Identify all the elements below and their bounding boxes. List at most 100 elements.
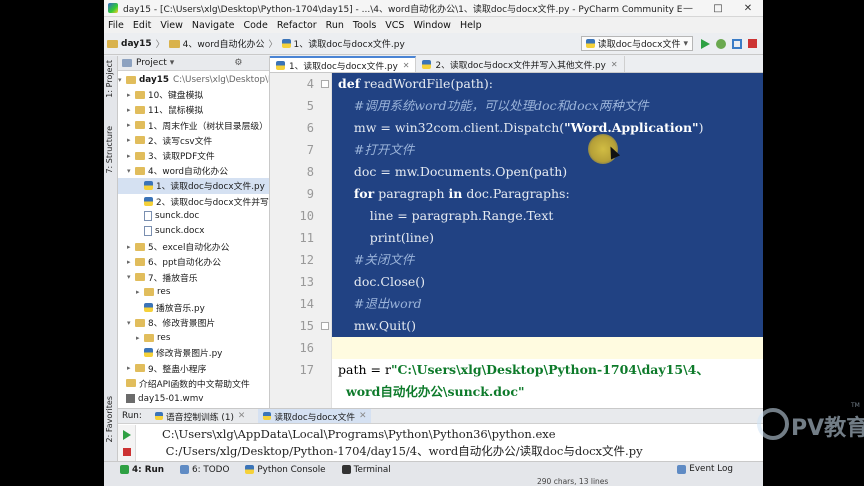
menu-file[interactable]: File	[108, 20, 124, 31]
code-line[interactable]: mw = win32com.client.Dispatch("Word.Appl…	[338, 117, 704, 139]
menu-refactor[interactable]: Refactor	[277, 20, 317, 31]
code-area[interactable]: def readWordFile(path): #调用系统word功能，可以处理…	[332, 73, 763, 408]
debug-icon[interactable]	[716, 38, 726, 49]
chevron-right-icon[interactable]: ▸	[127, 121, 135, 129]
maximize-button[interactable]: □	[703, 0, 733, 17]
code-line[interactable]: mw.Quit()	[338, 315, 416, 337]
chevron-right-icon[interactable]: ▸	[127, 152, 135, 160]
structure-tool-button[interactable]: 7: Structure	[105, 126, 114, 174]
run-tab-1[interactable]: 语音控制训练 (1) ✕	[150, 409, 250, 423]
chevron-right-icon[interactable]: ▸	[127, 364, 135, 372]
code-line[interactable]: word自动化办公\sunck.doc"	[338, 381, 525, 403]
project-panel-title[interactable]: Project	[136, 58, 167, 68]
tree-item[interactable]: 1、读取doc与docx文件.py	[118, 178, 269, 194]
line-number: 12	[299, 253, 314, 267]
coverage-icon[interactable]	[732, 38, 742, 49]
tree-item[interactable]: ▸ 11、鼠标模拟	[118, 102, 269, 117]
chevron-down-icon[interactable]: ▾	[127, 319, 135, 327]
menu-view[interactable]: View	[160, 20, 183, 31]
tree-item[interactable]: ▸ 5、excel自动化办公	[118, 239, 269, 254]
tree-item[interactable]: 2、读取doc与docx文件并写入其他文件	[118, 194, 269, 209]
run-icon[interactable]	[701, 38, 710, 49]
code-line[interactable]: print(line)	[338, 227, 434, 249]
tree-item[interactable]: ▾ 8、修改背景图片	[118, 315, 269, 330]
favorites-tool-button[interactable]: 2: Favorites	[105, 396, 114, 442]
tree-item[interactable]: ▾ 4、word自动化办公	[118, 163, 269, 178]
chevron-down-icon[interactable]: ▾	[127, 167, 135, 175]
tree-item[interactable]: ▸ 3、读取PDF文件	[118, 148, 269, 163]
code-line[interactable]: for paragraph in doc.Paragraphs:	[338, 183, 570, 205]
tree-item[interactable]: day15-01.wmv	[118, 391, 269, 406]
chevron-right-icon[interactable]: ▸	[136, 334, 144, 342]
chevron-right-icon[interactable]: ▸	[127, 106, 135, 114]
tree-item[interactable]: sunck.doc	[118, 209, 269, 224]
menu-help[interactable]: Help	[460, 20, 482, 31]
terminal-label: Terminal	[353, 464, 391, 475]
breadcrumb-file[interactable]: 1、读取doc与docx文件.py	[294, 37, 405, 50]
tree-item[interactable]: ▸ 10、键盘模拟	[118, 87, 269, 102]
code-line[interactable]: doc = mw.Documents.Open(path)	[338, 161, 567, 183]
close-tab-icon[interactable]: ✕	[403, 61, 410, 70]
tree-item[interactable]: 介绍API函数的中文帮助文件	[118, 376, 269, 391]
tab-file-2[interactable]: 2、读取doc与docx文件并写入其他文件.py ✕	[416, 56, 625, 72]
tool-buttons: 4: Run 6: TODO Python Console Terminal	[104, 462, 763, 477]
current-line-highlight	[332, 337, 763, 359]
code-line[interactable]: doc.Close()	[338, 271, 425, 293]
tree-item[interactable]: 播放音乐.py	[118, 300, 269, 315]
tree-item[interactable]: ▸ res	[118, 330, 269, 345]
menu-vcs[interactable]: VCS	[385, 20, 404, 31]
chevron-down-icon[interactable]: ▾	[127, 273, 135, 281]
menu-tools[interactable]: Tools	[353, 20, 376, 31]
menu-edit[interactable]: Edit	[133, 20, 151, 31]
run-console[interactable]: C:\Users\xlg\AppData\Local\Programs\Pyth…	[118, 425, 763, 462]
tree-item[interactable]: ▸ 9、整蛊小程序	[118, 361, 269, 376]
close-tab-icon[interactable]: ✕	[359, 411, 366, 421]
stop-icon[interactable]	[748, 39, 757, 48]
run-tool-button[interactable]: 4: Run	[120, 465, 164, 475]
code-line[interactable]: def readWordFile(path):	[338, 73, 493, 95]
rerun-icon[interactable]	[123, 430, 131, 440]
chevron-right-icon[interactable]: ▸	[127, 243, 135, 251]
menu-window[interactable]: Window	[413, 20, 450, 31]
breadcrumb-folder[interactable]: 4、word自动化办公	[183, 37, 265, 50]
project-tool-button[interactable]: 1: Project	[105, 60, 114, 98]
chevron-down-icon[interactable]: ▾	[170, 58, 175, 68]
menu-navigate[interactable]: Navigate	[192, 20, 235, 31]
run-configuration-select[interactable]: 读取doc与docx文件 ▾	[580, 36, 693, 51]
run-tab-2[interactable]: 读取doc与docx文件 ✕	[258, 409, 372, 423]
fold-marker-icon[interactable]	[321, 80, 329, 88]
settings-icon[interactable]: ⚙	[234, 58, 242, 68]
code-line[interactable]: path = r"C:\Users\xlg\Desktop\Python-170…	[338, 359, 709, 381]
event-log-button[interactable]: Event Log	[677, 464, 733, 474]
close-tab-icon[interactable]: ✕	[238, 411, 245, 421]
code-line[interactable]: #调用系统word功能，可以处理doc和docx两种文件	[338, 95, 649, 117]
chevron-right-icon[interactable]: ▸	[127, 258, 135, 266]
code-line[interactable]: #退出word	[338, 293, 422, 315]
python-console-button[interactable]: Python Console	[245, 465, 326, 475]
terminal-button[interactable]: Terminal	[341, 464, 391, 475]
tree-item[interactable]: ▸ 6、ppt自动化办公	[118, 254, 269, 269]
chevron-right-icon[interactable]: ▸	[127, 136, 135, 144]
fold-marker-icon[interactable]	[321, 322, 329, 330]
minimize-button[interactable]: —	[673, 0, 703, 17]
code-line[interactable]: #打开文件	[338, 139, 414, 161]
tree-item[interactable]: 修改背景图片.py	[118, 345, 269, 360]
tab-file-1[interactable]: 1、读取doc与docx文件.py ✕	[270, 56, 417, 72]
tree-item[interactable]: ▸ 2、读写csv文件	[118, 133, 269, 148]
tree-item[interactable]: ▸ 1、周末作业（树状目录层级）	[118, 118, 269, 133]
tree-item[interactable]: ▾ 7、播放音乐	[118, 269, 269, 284]
code-line[interactable]: line = paragraph.Range.Text	[338, 205, 554, 227]
tree-item[interactable]: sunck.docx	[118, 224, 269, 239]
tree-item[interactable]: ▸ res	[118, 285, 269, 300]
todo-tool-button[interactable]: 6: TODO	[180, 465, 229, 475]
code-line[interactable]: #关闭文件	[338, 249, 414, 271]
stop-icon[interactable]	[123, 448, 131, 456]
close-button[interactable]: ✕	[733, 0, 763, 17]
chevron-right-icon[interactable]: ▸	[136, 288, 144, 296]
close-tab-icon[interactable]: ✕	[611, 60, 618, 69]
menu-code[interactable]: Code	[243, 20, 267, 31]
menu-run[interactable]: Run	[326, 20, 344, 31]
tree-root[interactable]: ▾ day15 C:\Users\xlg\Desktop\Python-1704	[118, 72, 269, 87]
breadcrumb-root[interactable]: day15	[121, 39, 152, 49]
chevron-right-icon[interactable]: ▸	[127, 91, 135, 99]
